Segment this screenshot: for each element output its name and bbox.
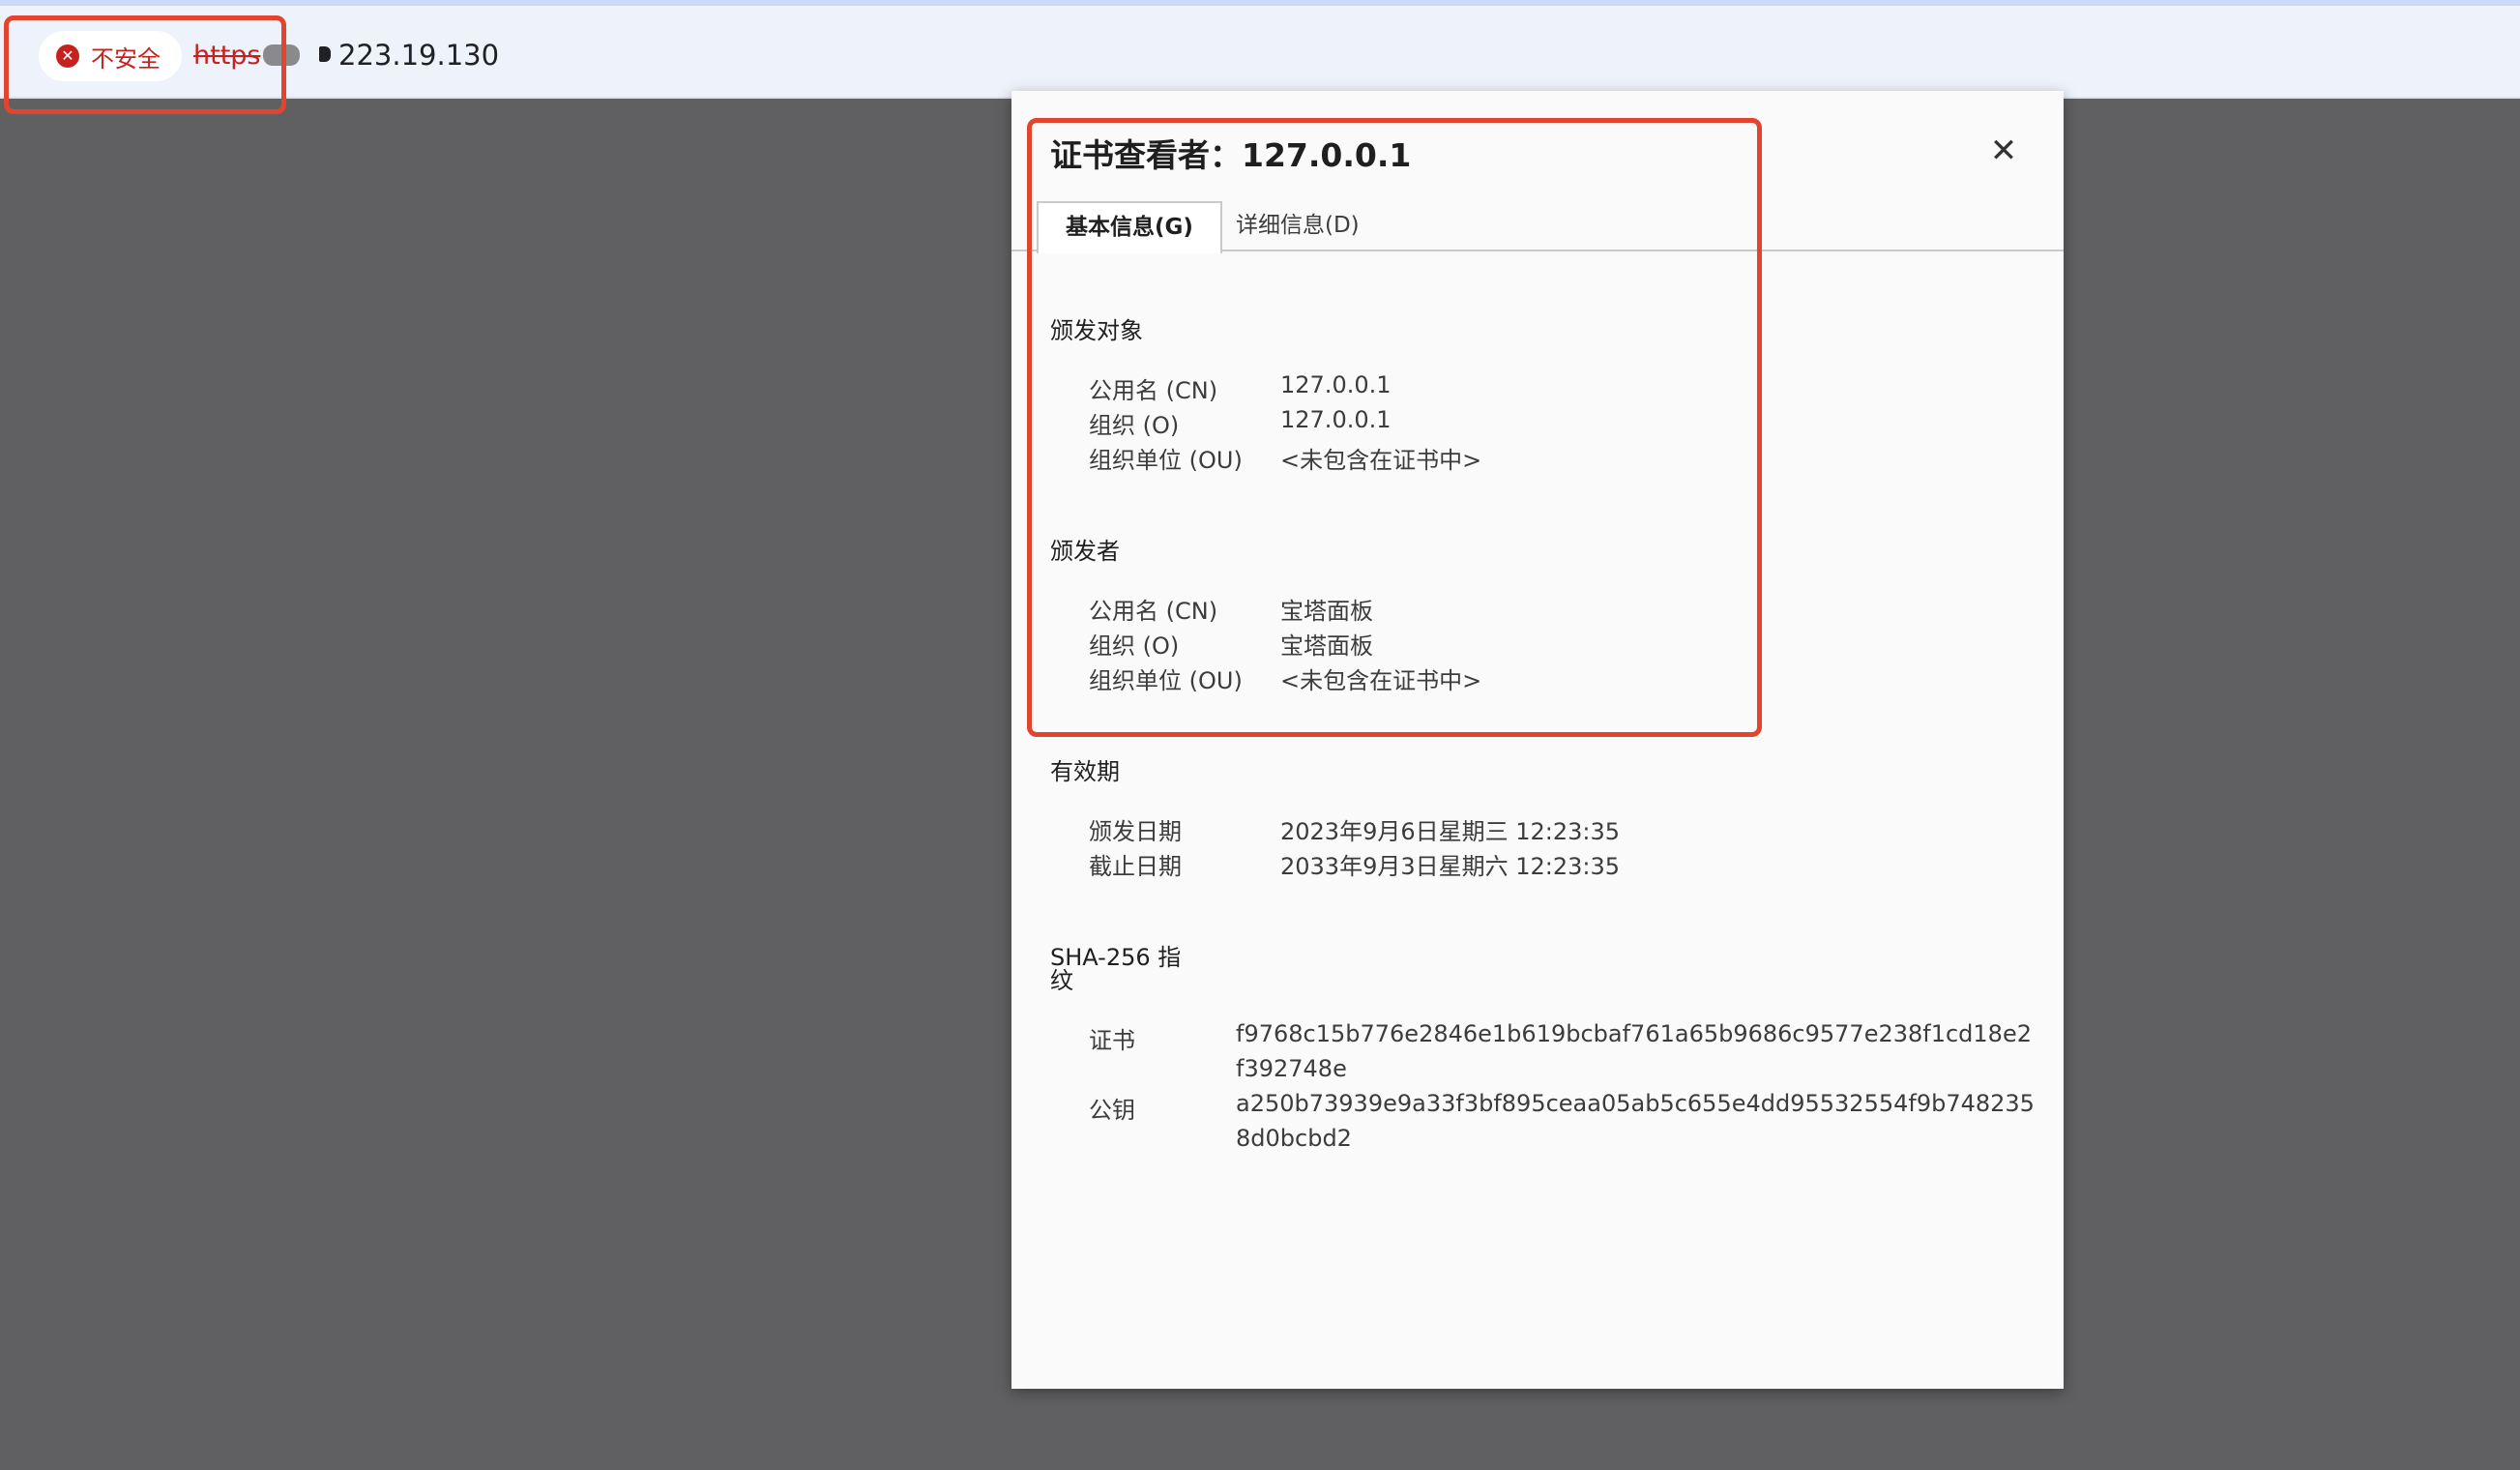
- pubkey-hash-value: a250b73939e9a33f3bf895ceaa05ab5c655e4dd9…: [1236, 1090, 2035, 1152]
- address-bar[interactable]: ✕ 不安全 https ​223.19.130: [0, 6, 2520, 99]
- screenshot: ✕ 不安全 https ​223.19.130 证书查看者：127.0.0.1 …: [0, 0, 2520, 1470]
- pubkey-hash-label: 公钥: [1089, 1097, 1135, 1124]
- cert-hash-value: f9768c15b776e2846e1b619bcbaf761a65b9686c…: [1236, 1020, 2032, 1082]
- close-icon[interactable]: ✕: [1984, 132, 2023, 170]
- expiry-date-value: 2033年9月3日星期六 12:23:35: [1280, 853, 1621, 880]
- expiry-date-label: 截止日期: [1089, 853, 1182, 880]
- url-host[interactable]: ​223.19.130: [319, 39, 499, 72]
- url-redaction-mark: [319, 46, 331, 62]
- issued-date-value: 2023年9月6日星期三 12:23:35: [1280, 818, 1621, 845]
- url-host-text: 223.19.130: [338, 39, 500, 72]
- validity-section-title: 有效期: [1050, 758, 1120, 785]
- issued-date-label: 颁发日期: [1089, 818, 1182, 845]
- cert-hash-label: 证书: [1089, 1027, 1135, 1054]
- annotation-box-cert: [1027, 118, 1762, 737]
- fingerprint-title-line2: 纹: [1050, 967, 1073, 994]
- annotation-box-url: [4, 15, 286, 114]
